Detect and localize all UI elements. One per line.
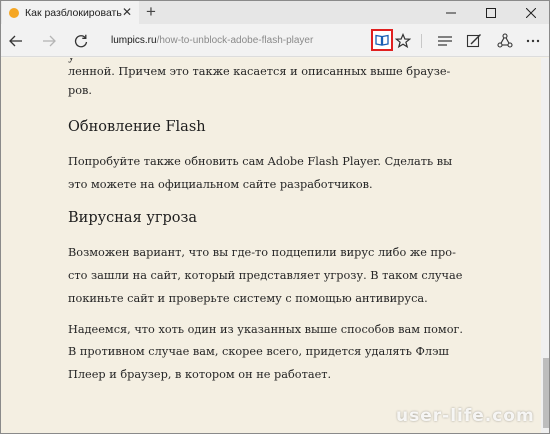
browser-window: Как разблокировать Ad ✕ + (0, 0, 550, 434)
address-bar[interactable]: lumpics.ru/how-to-unblock-adobe-flash-pl… (111, 33, 356, 49)
section-heading: Вирусная угроза (68, 210, 198, 226)
share-icon (497, 33, 513, 48)
paragraph-line: В противном случае вам, скорее всего, пр… (68, 345, 449, 358)
paragraph-line: Плеер и браузер, в котором он не работае… (68, 368, 332, 381)
web-note-icon (466, 34, 481, 48)
paragraph-line: сто зашли на сайт, который представляет … (68, 269, 463, 282)
more-button[interactable] (522, 30, 544, 52)
reading-view-content: у ленной. Причем это также касается и оп… (1, 58, 541, 433)
reading-view-book-icon (375, 34, 389, 46)
tab-active[interactable]: Как разблокировать Ad ✕ (2, 1, 139, 24)
paragraph-line: покиньте сайт и проверьте систему с помо… (68, 292, 428, 305)
vertical-scrollbar[interactable] (541, 58, 549, 433)
maximize-button[interactable] (471, 1, 511, 24)
navigation-bar: lumpics.ru/how-to-unblock-adobe-flash-pl… (1, 24, 549, 57)
minimize-icon (446, 12, 456, 13)
section-heading: Обновление Flash (68, 119, 206, 135)
back-button[interactable] (5, 30, 27, 52)
toolbar-divider (421, 34, 422, 48)
tab-close-icon[interactable]: ✕ (120, 5, 134, 19)
forward-arrow-icon (43, 35, 56, 47)
close-window-button[interactable] (511, 1, 549, 24)
share-button[interactable] (494, 30, 516, 52)
scrollbar-thumb[interactable] (543, 358, 549, 428)
site-favicon-icon (9, 7, 19, 18)
watermark-text: user-life.com (396, 406, 535, 426)
hub-button[interactable] (434, 30, 456, 52)
paragraph-line: ров. (68, 84, 92, 97)
hub-icon (438, 36, 452, 46)
favorites-button[interactable] (392, 30, 414, 52)
web-note-button[interactable] (463, 30, 485, 52)
address-path: /how-to-unblock-adobe-flash-player (156, 35, 314, 46)
refresh-button[interactable] (70, 30, 92, 52)
star-icon (395, 33, 411, 49)
back-arrow-icon (9, 35, 22, 47)
more-icon (526, 39, 540, 43)
paragraph-line: Возможен вариант, что вы где-то подцепил… (68, 246, 456, 259)
maximize-icon (486, 7, 496, 18)
address-domain: lumpics.ru (111, 35, 157, 46)
tab-title: Как разблокировать Ad (25, 6, 125, 19)
refresh-icon (74, 34, 88, 48)
paragraph-line: это можете на официальном сайте разработ… (68, 178, 373, 191)
tab-strip: Как разблокировать Ad ✕ + (1, 1, 549, 24)
paragraph-line: Надеемся, что хоть один из указанных выш… (68, 323, 464, 336)
forward-button[interactable] (38, 30, 60, 52)
paragraph-line: Попробуйте также обновить сам Adobe Flas… (68, 155, 453, 168)
reading-view-button[interactable] (371, 29, 393, 51)
new-tab-button[interactable]: + (143, 2, 159, 22)
close-icon (526, 7, 536, 18)
minimize-button[interactable] (431, 1, 471, 24)
